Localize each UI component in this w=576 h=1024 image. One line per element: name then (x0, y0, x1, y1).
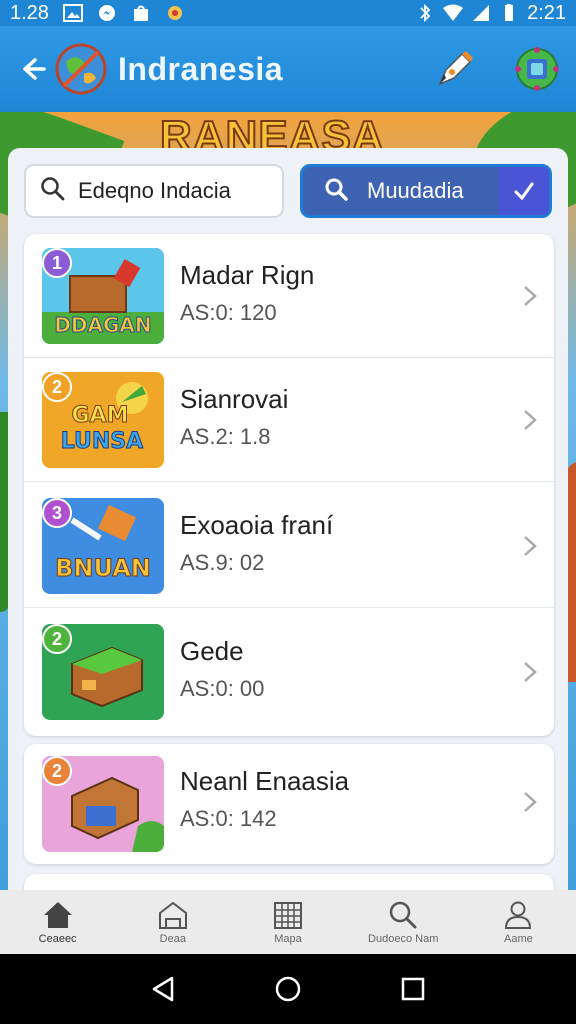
calendar-icon (274, 902, 302, 929)
rank-badge: 2 (42, 624, 72, 654)
nav-item-map[interactable]: Mapa (230, 890, 345, 954)
nav-label: Ceaeec (38, 933, 77, 945)
system-recents-icon[interactable] (398, 974, 428, 1004)
list-item[interactable]: GAM LUNSA 2 Sianrovai AS.2: 1.8 (24, 358, 554, 482)
chevron-right-icon (524, 662, 537, 682)
search-icon (389, 901, 417, 929)
item-subtitle: AS.9: 02 (180, 550, 265, 575)
search-value: Edeqno Indacia (78, 178, 231, 203)
chevron-right-icon (524, 792, 537, 812)
nav-item-profile[interactable]: Aame (461, 890, 576, 954)
item-subtitle: AS:0: 00 (180, 676, 265, 701)
chevron-right-icon (524, 536, 537, 556)
bluetooth-icon (415, 3, 435, 23)
item-subtitle: AS:0: 120 (180, 300, 277, 325)
rank-badge: 1 (42, 248, 72, 278)
home-icon (43, 902, 72, 928)
signal-icon (471, 4, 491, 22)
status-bar: 1.28 2:21 (0, 0, 576, 26)
store-icon (158, 901, 187, 929)
rank-badge: 2 (42, 756, 72, 786)
system-back-icon[interactable] (148, 974, 178, 1004)
chevron-right-icon (524, 410, 537, 430)
list-item[interactable]: DDAGAN 1 Madar Rign AS:0: 120 (24, 234, 554, 358)
user-icon (505, 901, 532, 929)
nav-item-search[interactable]: Dudoeco Nam (346, 890, 461, 954)
list-item[interactable]: BNUAN 3 Exoaoia franí AS.9: 02 (24, 484, 554, 608)
filter-label: Muudadia (367, 178, 464, 203)
wrench-icon (323, 176, 349, 207)
back-arrow-icon[interactable] (14, 51, 50, 87)
item-subtitle: AS.2: 1.8 (180, 424, 271, 449)
battery-icon (499, 4, 519, 22)
system-navigation-bar (0, 954, 576, 1024)
game-list-card: DDAGAN 1 Madar Rign AS:0: 120 GAM LUNSA … (24, 234, 554, 736)
rank-badge: 2 (42, 372, 72, 402)
bag-notification-icon (131, 4, 151, 22)
thumbnail-text: DDAGAN (54, 313, 151, 337)
item-title: Madar Rign (180, 260, 315, 290)
check-icon[interactable] (499, 167, 549, 215)
search-input[interactable]: Edeqno Indacia (24, 164, 284, 218)
messenger-notification-icon (97, 4, 117, 22)
item-title: Neanl Enaasia (180, 766, 350, 796)
item-subtitle: AS:0: 142 (180, 806, 277, 831)
app-bar: Indranesia (0, 26, 576, 112)
thumbnail-text: BNUAN (55, 554, 151, 582)
profile-icon[interactable] (512, 44, 562, 94)
rank-badge: 3 (42, 498, 72, 528)
chevron-right-icon (524, 286, 537, 306)
filter-button[interactable]: Muudadia (300, 164, 552, 218)
bottom-navigation: Ceaeec Deaa Mapa Dudoeco Nam Aame (0, 890, 576, 954)
game-list-card: 2 Neanl Enaasia AS:0: 142 (24, 744, 554, 864)
image-notification-icon (62, 4, 83, 22)
status-left-text: 1.28 (10, 1, 49, 24)
nav-item-home[interactable]: Ceaeec (0, 890, 115, 954)
item-title: Sianrovai (180, 384, 289, 414)
app-title: Indranesia (118, 50, 284, 87)
search-icon (40, 176, 66, 207)
item-title: Exoaoia franí (180, 510, 334, 540)
svg-text:LUNSA: LUNSA (61, 429, 143, 454)
nav-label: Dudoeco Nam (368, 933, 439, 945)
nav-label: Aame (504, 933, 533, 945)
system-home-icon[interactable] (273, 974, 303, 1004)
item-title: Gede (180, 636, 244, 666)
status-time: 2:21 (527, 1, 566, 24)
pen-icon[interactable] (428, 44, 478, 94)
nav-label: Deaa (159, 933, 186, 945)
nav-label: Mapa (274, 933, 302, 945)
wifi-icon (443, 4, 464, 22)
list-item[interactable]: 2 Neanl Enaasia AS:0: 142 (24, 744, 554, 864)
list-item[interactable]: 2 Gede AS:0: 00 (24, 610, 554, 734)
game-notification-icon (165, 4, 185, 22)
nav-item-store[interactable]: Deaa (115, 890, 230, 954)
svg-text:GAM: GAM (72, 403, 129, 428)
globe-logo-icon (54, 42, 108, 96)
